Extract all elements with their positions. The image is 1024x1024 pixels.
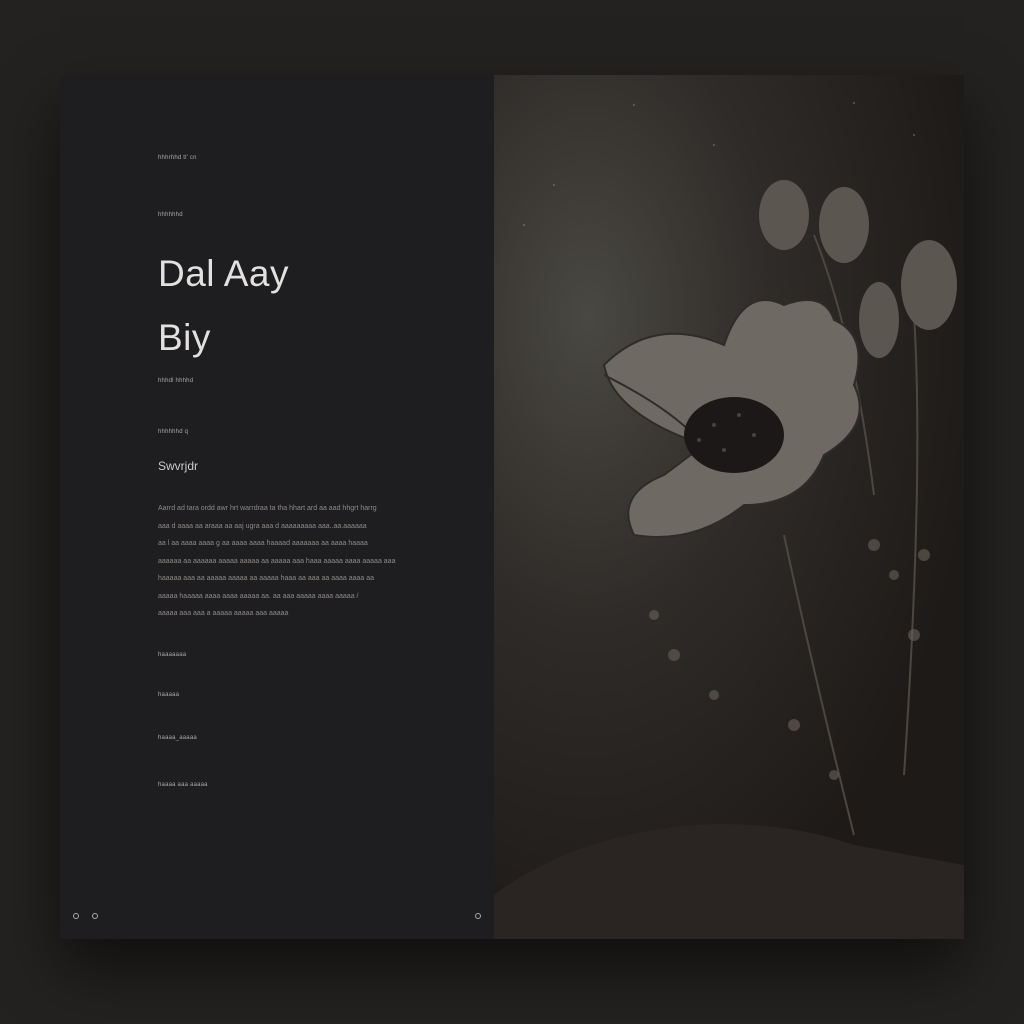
label-text: hhhhhhd q [158,429,189,435]
paragraph-line: aaaaa aaa aaa a aaaaa aaaaa aaa aaaaa [158,610,289,617]
text-panel: hhhrhhd tl' cn hhhhhhd Dal Aay Biy hhhdl… [60,75,494,939]
paragraph-line: haaaaa aaa aa aaaaa aaaaa aa aaaaa haaa … [158,575,375,582]
subtitle: Swvrjdr [158,459,199,473]
pagination-dot[interactable] [92,913,98,919]
link-item[interactable]: haaaa aaa aaaaa [158,782,208,788]
page-title: Dal Aay [158,253,290,294]
page-title-line-2: Biy [158,317,211,358]
body-paragraph: Aarrd ad tara ordd awr hrt warrdraa ta t… [158,500,420,623]
link-item[interactable]: haaaa_aaaaa [158,735,197,741]
link-item[interactable]: haaaaa [158,692,179,698]
paragraph-line: Aarrd ad tara ordd awr hrt warrdraa ta t… [158,505,377,512]
paragraph-line: aa l aa aaaa aaaa g aa aaaa aaaa haaaad … [158,540,368,547]
paragraph-line: aaaaaa aa aaaaaa aaaaa aaaaa aa aaaaa aa… [158,557,396,565]
paragraph-line: aaa d aaaa aa araaa aa aaj ugra aaa d aa… [158,522,367,530]
flower-illustration-icon [494,102,964,939]
hero-image [494,75,964,939]
pagination-dot[interactable] [475,913,481,919]
page-card: hhhrhhd tl' cn hhhhhhd Dal Aay Biy hhhdl… [60,75,964,939]
label-text: hhhhhhd [158,212,183,218]
pagination-dot[interactable] [73,913,79,919]
label-text: hhhdl hhhhd [158,378,194,384]
eyebrow-text: hhhrhhd tl' cn [158,155,197,161]
link-item[interactable]: haaaaaaa [158,652,186,658]
paragraph-line: aaaaa haaaaa aaaa aaaa aaaaa aa. aa aaa … [158,592,359,600]
